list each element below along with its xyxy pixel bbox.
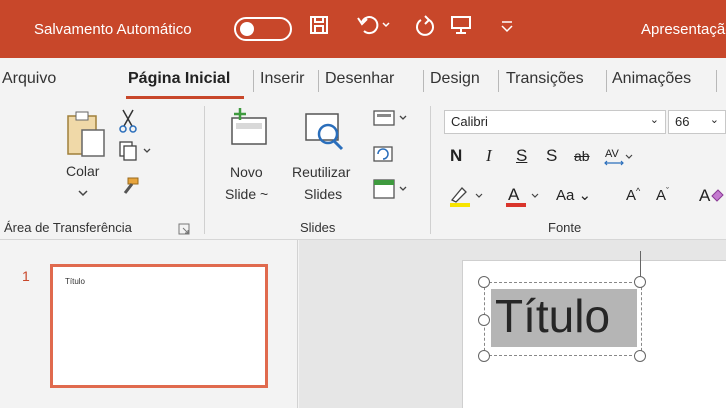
font-name-combobox[interactable]: Calibri ⌄ xyxy=(444,110,666,134)
slides-group-label: Slides xyxy=(300,220,336,235)
bold-button[interactable]: N xyxy=(450,146,462,166)
resize-handle[interactable] xyxy=(634,276,646,288)
title-placeholder[interactable]: Título xyxy=(484,282,642,356)
resize-handle[interactable] xyxy=(634,350,646,362)
change-case-label: Aa xyxy=(556,187,575,204)
redo-icon[interactable] xyxy=(414,14,436,43)
tab-inserir[interactable]: Inserir xyxy=(260,70,304,88)
svg-text:AV: AV xyxy=(605,148,620,160)
ribbon: Colar Área de Transferência Novo Slide ~… xyxy=(0,100,726,306)
clear-formatting-icon[interactable]: A xyxy=(698,184,724,213)
italic-button[interactable]: I xyxy=(486,146,492,166)
autosave-label: Salvamento Automático xyxy=(34,21,192,38)
group-separator xyxy=(204,106,205,234)
layout-icon[interactable] xyxy=(372,108,412,133)
resize-handle[interactable] xyxy=(478,314,490,326)
slide-thumbnail[interactable]: Título xyxy=(50,264,268,388)
customize-quick-access-icon[interactable] xyxy=(499,14,515,43)
autosave-toggle[interactable] xyxy=(234,17,292,41)
tab-transicoes[interactable]: Transições xyxy=(506,70,584,88)
format-painter-icon[interactable] xyxy=(120,176,140,201)
clipboard-launcher-icon[interactable] xyxy=(178,222,190,240)
paste-dropdown-icon[interactable] xyxy=(78,184,88,202)
font-name-value: Calibri xyxy=(451,114,488,129)
tab-separator xyxy=(253,70,254,92)
tab-desenhar[interactable]: Desenhar xyxy=(325,70,394,88)
resize-handle[interactable] xyxy=(478,350,490,362)
tab-separator xyxy=(423,70,424,92)
paste-icon[interactable] xyxy=(64,108,108,163)
new-slide-icon[interactable] xyxy=(228,106,272,155)
new-slide-label[interactable]: Novo xyxy=(230,164,263,180)
reuse-slides-label-2[interactable]: Slides xyxy=(304,186,342,202)
tab-arquivo[interactable]: Arquivo xyxy=(2,70,56,88)
slide-number: 1 xyxy=(22,268,30,284)
ribbon-tabs: Arquivo Página Inicial Inserir Desenhar … xyxy=(0,58,726,100)
font-color-icon[interactable]: A xyxy=(504,184,542,213)
workspace: 1 Título Título xyxy=(0,240,726,408)
reset-slide-icon[interactable] xyxy=(372,144,394,169)
slide-thumbnail-pane: 1 Título xyxy=(0,240,298,408)
font-name-dropdown-icon[interactable]: ⌄ xyxy=(650,113,659,126)
tab-separator xyxy=(498,70,499,92)
paste-label[interactable]: Colar xyxy=(66,163,99,179)
svg-text:A: A xyxy=(508,185,520,204)
tab-design[interactable]: Design xyxy=(430,70,480,88)
increase-font-button[interactable]: A^ xyxy=(626,186,640,204)
strikethrough-button[interactable]: ab xyxy=(574,148,590,164)
active-tab-indicator xyxy=(126,96,244,99)
svg-text:A: A xyxy=(699,186,711,205)
tab-animacoes[interactable]: Animações xyxy=(612,70,691,88)
slide-editor: Título xyxy=(299,240,726,408)
clipboard-group-label: Área de Transferência xyxy=(4,220,132,235)
slide-title[interactable]: Título xyxy=(495,289,610,343)
reuse-slides-label[interactable]: Reutilizar xyxy=(292,164,350,180)
undo-icon[interactable] xyxy=(356,14,392,43)
tab-separator xyxy=(606,70,607,92)
copy-icon[interactable] xyxy=(118,140,154,167)
section-icon[interactable] xyxy=(372,178,412,205)
change-case-button[interactable]: Aa ⌄ xyxy=(556,186,591,204)
save-icon[interactable] xyxy=(308,14,330,43)
character-spacing-icon[interactable]: AV xyxy=(604,146,634,173)
tab-separator xyxy=(318,70,319,92)
title-bar: Salvamento Automático Apresentação xyxy=(0,0,726,58)
shadow-button[interactable]: S xyxy=(546,146,557,166)
present-icon[interactable] xyxy=(450,14,472,43)
cut-icon[interactable] xyxy=(118,108,138,139)
reuse-slides-icon[interactable] xyxy=(302,110,348,159)
decrease-font-button[interactable]: Aˇ xyxy=(656,186,669,204)
group-separator xyxy=(430,106,431,234)
underline-button[interactable]: S xyxy=(516,146,527,166)
font-group-label: Fonte xyxy=(548,220,582,235)
highlight-color-icon[interactable] xyxy=(448,184,486,213)
tab-pagina-inicial[interactable]: Página Inicial xyxy=(128,70,230,88)
document-title: Apresentação xyxy=(641,21,726,38)
new-slide-dropdown[interactable]: Slide ~ xyxy=(225,186,268,202)
slide-canvas[interactable]: Título xyxy=(462,251,726,408)
toggle-knob xyxy=(240,22,254,36)
font-size-value: 66 xyxy=(675,114,690,129)
resize-handle[interactable] xyxy=(478,276,490,288)
font-size-combobox[interactable]: 66 ⌄ xyxy=(668,110,726,134)
thumbnail-title: Título xyxy=(65,277,86,286)
tab-separator xyxy=(716,70,717,92)
font-size-dropdown-icon[interactable]: ⌄ xyxy=(710,113,719,126)
